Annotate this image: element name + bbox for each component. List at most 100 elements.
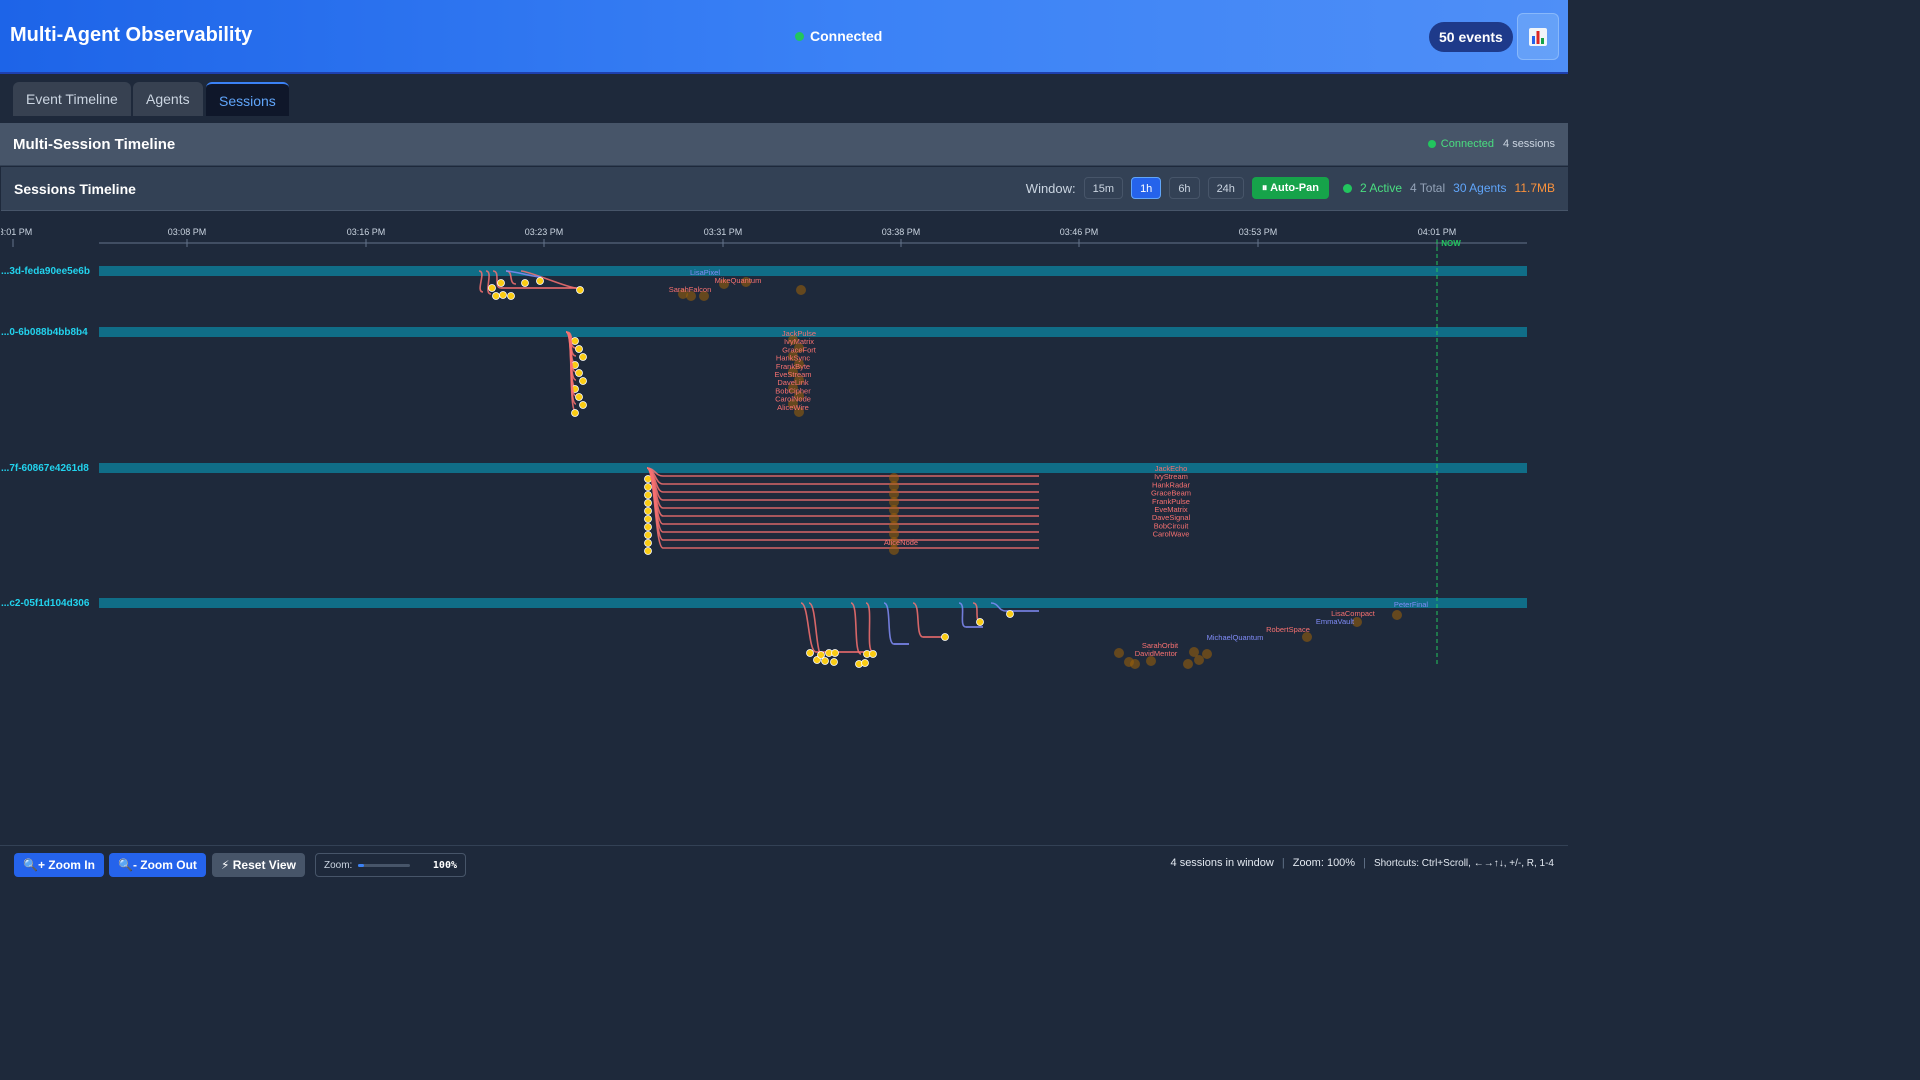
event-point[interactable] [579,401,587,409]
zoom-out-button[interactable]: 🔍- Zoom Out [109,853,206,877]
zoom-in-button[interactable]: 🔍+ Zoom In [14,853,104,877]
event-point[interactable] [536,277,544,285]
section-title: Multi-Session Timeline [13,136,176,153]
axis-tick-label: 03:38 PM [882,227,921,237]
events-count-badge: 50 events [1429,22,1513,52]
event-point[interactable] [644,483,652,491]
event-point[interactable] [579,353,587,361]
session-lane[interactable] [99,463,1527,473]
status-dot-icon [795,31,804,41]
tab-agents[interactable]: Agents [133,82,203,116]
event-point[interactable] [941,633,949,641]
session-id-label: ...c2-05f1d104d306 [1,598,90,609]
event-point[interactable] [644,523,652,531]
timeline-footer: 🔍+ Zoom In 🔍- Zoom Out ⚡ Reset View Zoom… [0,845,1568,882]
tab-sessions[interactable]: Sessions [206,82,289,116]
event-point[interactable] [831,649,839,657]
timeline-toolbar: Sessions Timeline Window: 15m 1h 6h 24h … [1,167,1568,211]
event-point[interactable] [499,291,507,299]
bar-chart-icon [1529,27,1547,46]
axis-tick-label: 03:31 PM [704,227,743,237]
window-6h-button[interactable]: 6h [1169,177,1200,199]
event-point[interactable] [575,345,583,353]
status-dot-icon [1427,140,1436,148]
event-point[interactable] [571,337,579,345]
separator: | [1281,857,1285,869]
event-point[interactable] [575,369,583,377]
zoom-value: 100% [432,859,457,871]
pause-icon: ⏸ [1261,182,1268,194]
agent-label: MichaelQuantum [1207,633,1264,642]
event-point[interactable] [644,515,652,523]
agent-marker[interactable] [796,285,806,295]
sessions-timeline-canvas[interactable]: 03:01 PM 03:08 PM 03:16 PM 03:23 PM 03:31 PM… [1,212,1568,845]
connection-label: Connected [810,28,883,44]
window-15m-button[interactable]: 15m [1083,177,1124,199]
agent-label: SarahFalcon [669,285,712,294]
agent-marker[interactable] [1183,659,1193,669]
reset-view-button[interactable]: ⚡ Reset View [212,853,305,877]
agent-marker[interactable] [1202,649,1212,659]
window-24h-button[interactable]: 24h [1207,177,1244,199]
event-point[interactable] [644,531,652,539]
agent-branch [883,602,895,645]
auto-pan-label: Auto-Pan [1270,182,1319,194]
agent-marker[interactable] [1130,659,1140,669]
session-id-label: ...0-6b088b4bb8b4 [1,327,88,338]
event-point[interactable] [644,499,652,507]
shortcuts-hint: Shortcuts: Ctrl+Scroll, ←→↑↓, +/-, R, 1-… [1373,857,1554,869]
auto-pan-button[interactable]: ⏸ Auto-Pan [1251,177,1329,199]
active-dot-icon [1342,183,1352,193]
section-connection: Connected [1440,138,1495,150]
panel-title: Sessions Timeline [14,181,136,197]
event-point[interactable] [821,657,829,665]
memory-usage: 11.7MB [1514,181,1555,195]
timeline-svg[interactable]: 03:01 PM 03:08 PM 03:16 PM 03:23 PM 03:31 PM… [1,212,1568,845]
agents-count: 30 Agents [1453,181,1507,195]
axis-tick-label: 03:23 PM [525,227,564,237]
section-status: Connected 4 sessions [1427,138,1555,150]
agent-marker[interactable] [1194,655,1204,665]
tab-event-timeline[interactable]: Event Timeline [13,82,131,116]
event-point[interactable] [644,507,652,515]
event-point[interactable] [488,284,496,292]
event-point[interactable] [861,659,869,667]
session-lane[interactable] [99,266,1527,276]
axis-tick-label: 03:53 PM [1239,227,1278,237]
event-point[interactable] [571,409,579,417]
agent-label: AliceNode [884,538,918,547]
window-label: Window: [1025,180,1076,196]
session-id-label: ...7f-60867e4261d8 [1,463,89,474]
agent-label: AliceWire [777,403,809,412]
event-point[interactable] [507,292,515,300]
event-point[interactable] [576,286,584,294]
axis-tick-label: 04:01 PM [1418,227,1457,237]
event-point[interactable] [521,279,529,287]
event-point[interactable] [497,279,505,287]
event-point[interactable] [1006,610,1014,618]
zoom-label: Zoom: [324,859,353,871]
window-1h-button[interactable]: 1h [1131,177,1162,199]
event-point[interactable] [579,377,587,385]
event-point[interactable] [644,491,652,499]
connection-status: Connected [795,28,882,44]
active-count: 2 Active [1359,181,1402,195]
event-point[interactable] [806,649,814,657]
charts-button[interactable] [1517,13,1559,60]
event-point[interactable] [644,547,652,555]
event-point[interactable] [830,658,838,666]
event-point[interactable] [976,618,984,626]
event-point[interactable] [492,292,500,300]
session-lane[interactable] [99,598,1527,608]
event-point[interactable] [644,539,652,547]
event-point[interactable] [575,393,583,401]
agent-label: DavidMentor [1135,649,1178,658]
agent-branch [808,602,824,658]
separator: | [1363,857,1366,869]
agent-marker[interactable] [1392,610,1402,620]
event-point[interactable] [869,650,877,658]
axis-tick-label: 03:46 PM [1060,227,1099,237]
agent-label: CarolWave [1153,530,1190,539]
agent-marker[interactable] [1114,648,1124,658]
zoom-slider[interactable] [358,863,411,867]
